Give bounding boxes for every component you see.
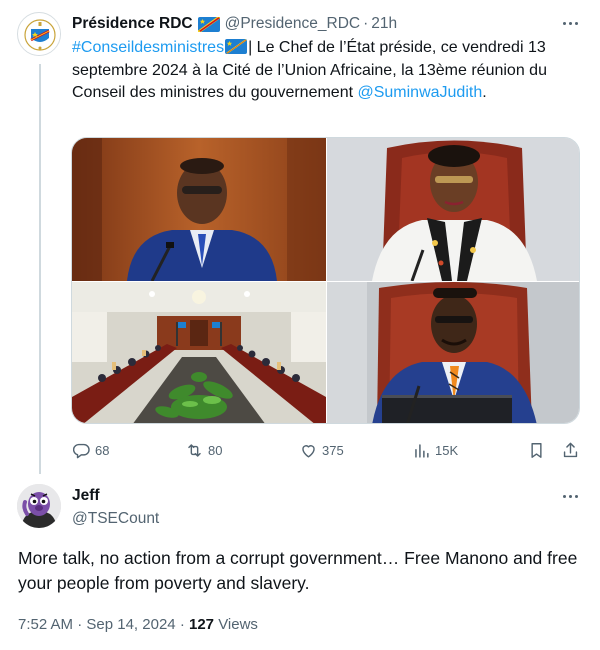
reply-author-handle[interactable]: @TSECount	[72, 510, 159, 528]
hashtag-link[interactable]: #Conseildesministres	[72, 39, 224, 56]
presidency-seal-icon	[19, 14, 60, 55]
mention-link[interactable]: @SuminwaJudith	[357, 84, 482, 101]
author-handle[interactable]: @Presidence_RDC	[225, 15, 360, 33]
tweet-actions-bar: 68 80 375 15K	[72, 438, 582, 462]
president-photo[interactable]	[72, 138, 326, 281]
avatar[interactable]	[17, 12, 61, 56]
author-name[interactable]: Présidence RDC	[72, 15, 193, 33]
reply-text: More talk, no action from a corrupt gove…	[18, 548, 578, 593]
drc-flag-icon	[225, 39, 248, 54]
thread-connector-line	[39, 64, 41, 474]
drc-flag-icon	[197, 16, 220, 32]
reply-button[interactable]: 68	[72, 438, 109, 462]
timestamp[interactable]: 21h	[371, 15, 397, 33]
repost-count: 80	[208, 442, 223, 458]
reply-time[interactable]: 7:52 AM	[18, 616, 73, 633]
views-count: 15K	[435, 442, 459, 458]
repost-icon	[188, 443, 201, 457]
tweet-text: #Conseildesministres | Le Chef de l’État…	[72, 37, 572, 105]
tweet-header: Présidence RDC @Presidence_RDC · 21h	[72, 13, 540, 35]
reply-metadata: 7:52 AM · Sep 14, 2024 · 127 Views	[18, 616, 258, 633]
more-options-icon[interactable]	[559, 13, 581, 33]
more-options-icon[interactable]	[559, 486, 581, 506]
bookmark-icon	[531, 442, 542, 458]
separator-dot: ·	[363, 15, 369, 32]
share-icon	[563, 442, 578, 457]
reply-date[interactable]: Sep 14, 2024	[86, 616, 175, 633]
like-button[interactable]: 375	[299, 438, 344, 462]
reply-icon	[72, 443, 90, 458]
prime-minister-photo[interactable]	[327, 138, 579, 281]
minister-photo[interactable]	[327, 282, 579, 423]
separator-dot: ·	[77, 616, 83, 633]
reply-count: 68	[95, 442, 110, 458]
avatar[interactable]	[17, 484, 61, 528]
council-room-photo[interactable]	[72, 282, 326, 423]
reply-views-count: 127	[188, 616, 215, 633]
media-grid	[71, 137, 580, 424]
separator-dot: ·	[179, 616, 185, 633]
views-chart-icon	[415, 443, 429, 458]
views-button[interactable]: 15K	[412, 438, 458, 462]
share-button[interactable]	[561, 438, 580, 462]
repost-button[interactable]: 80	[185, 438, 222, 462]
reply-views-label: Views	[218, 616, 258, 633]
bookmark-button[interactable]	[527, 438, 546, 462]
tweet-text-end: .	[482, 84, 487, 101]
purple-puppet-avatar-icon	[17, 484, 61, 528]
reply-author-name[interactable]: Jeff	[72, 487, 100, 505]
like-count: 375	[322, 442, 344, 458]
heart-icon	[302, 444, 315, 458]
